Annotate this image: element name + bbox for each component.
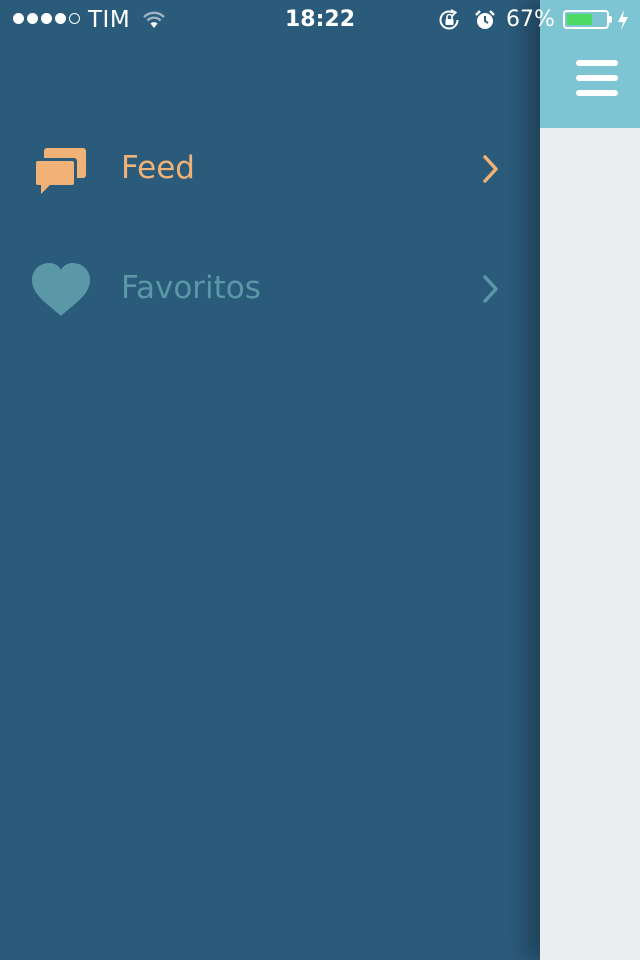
chat-bubbles-icon xyxy=(30,142,92,198)
menu-item-label: Favoritos xyxy=(121,270,261,306)
battery-percent: 67% xyxy=(506,7,555,32)
chevron-right-icon xyxy=(480,274,502,308)
side-menu: Feed Favoritos xyxy=(0,110,540,350)
battery-icon xyxy=(563,10,609,29)
screen: TIM 18:22 67% Feed Favoritos xyxy=(0,0,640,960)
battery-nub xyxy=(609,16,612,23)
main-content-panel[interactable] xyxy=(540,0,640,960)
status-bar: TIM 18:22 67% xyxy=(0,0,640,40)
heart-icon xyxy=(30,262,92,318)
chevron-right-icon xyxy=(480,154,502,188)
hamburger-menu-icon[interactable] xyxy=(576,60,618,102)
menu-item-label: Feed xyxy=(121,150,195,186)
charging-bolt-icon xyxy=(617,9,629,37)
rotation-lock-icon xyxy=(438,9,462,37)
menu-item-feed[interactable]: Feed xyxy=(0,110,540,230)
alarm-icon xyxy=(474,9,496,37)
menu-item-favoritos[interactable]: Favoritos xyxy=(0,230,540,350)
